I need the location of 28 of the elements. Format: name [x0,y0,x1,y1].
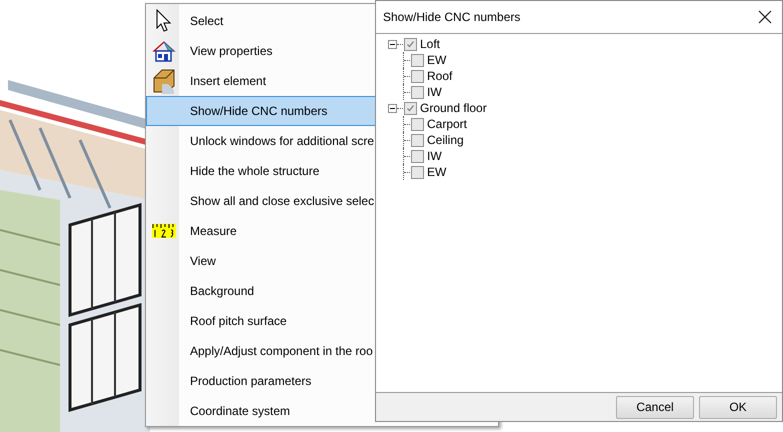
checkbox[interactable] [411,134,424,146]
tree-label[interactable]: IW [427,147,442,165]
collapse-icon[interactable] [388,104,397,112]
checkbox[interactable] [411,86,424,98]
house-icon [152,39,176,63]
window-title: Show/Hide CNC numbers [383,9,520,26]
menu-item[interactable]: Measure [146,216,498,246]
checkbox[interactable] [411,118,424,130]
checkbox[interactable] [411,54,424,66]
check-icon [406,40,415,48]
dialog-button[interactable]: OK [699,396,777,418]
dialog-button[interactable]: Cancel [616,396,694,418]
tree-label[interactable]: EW [427,51,446,69]
checkbox[interactable] [411,150,424,162]
check-icon [406,104,415,112]
collapse-icon[interactable] [388,40,397,48]
tree-label[interactable]: Loft [420,35,440,53]
tree-label[interactable]: Roof [427,67,452,85]
ruler-icon [152,224,176,238]
checkbox[interactable] [411,166,424,178]
tree-label[interactable]: Ground floor [420,99,487,117]
checkbox[interactable] [411,70,424,82]
beam-icon [152,68,176,94]
checkbox[interactable] [404,102,417,114]
tree-label[interactable]: Ceiling [427,131,464,149]
cursor-icon [156,9,172,33]
tree-label[interactable]: EW [427,163,446,181]
checkbox[interactable] [404,38,417,50]
